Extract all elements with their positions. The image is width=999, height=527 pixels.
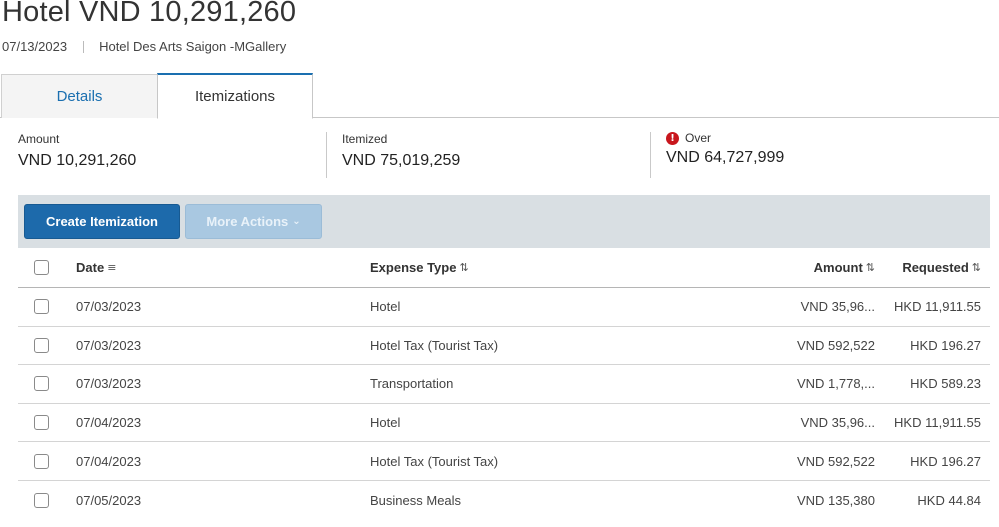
- row-date: 07/04/2023: [76, 453, 142, 469]
- table-row[interactable]: 07/05/2023 Business Meals VND 135,380 HK…: [18, 481, 990, 520]
- row-checkbox[interactable]: [34, 376, 49, 392]
- itemization-toolbar: Create Itemization More Actions ⌄: [18, 195, 990, 248]
- sort-icon: ⇅: [971, 261, 981, 274]
- row-requested: HKD 589.23: [910, 376, 981, 392]
- column-header-amount-label: Amount: [813, 260, 863, 275]
- row-amount: VND 1,778,...: [796, 376, 875, 392]
- row-expense-type: Transportation: [370, 376, 454, 392]
- chevron-down-icon: ⌄: [292, 216, 301, 227]
- table-row[interactable]: 07/03/2023 Hotel VND 35,96... HKD 11,911…: [18, 288, 990, 327]
- row-requested: HKD 11,911.55: [894, 299, 981, 315]
- column-header-amount[interactable]: Amount ⇅: [814, 248, 875, 287]
- row-date: 07/05/2023: [76, 492, 142, 508]
- row-requested: HKD 11,911.55: [894, 415, 981, 431]
- amount-value: VND 10,291,260: [18, 152, 137, 169]
- column-header-expense-type[interactable]: Expense Type ⇅: [370, 248, 469, 287]
- row-requested: HKD 196.27: [910, 337, 981, 353]
- tab-itemizations[interactable]: Itemizations: [157, 73, 313, 119]
- table-row[interactable]: 07/03/2023 Hotel Tax (Tourist Tax) VND 5…: [18, 327, 990, 366]
- row-amount: VND 592,522: [796, 453, 875, 469]
- tab-bar: Details Itemizations: [0, 73, 999, 119]
- tab-details[interactable]: Details: [1, 74, 158, 118]
- column-header-requested-label: Requested: [902, 260, 969, 275]
- table-header-row: Date ≡ Expense Type ⇅ Amount ⇅ Requested…: [18, 248, 990, 288]
- row-date: 07/03/2023: [76, 376, 142, 392]
- column-header-expense-type-label: Expense Type: [370, 260, 457, 275]
- row-amount: VND 592,522: [796, 337, 875, 353]
- row-expense-type: Hotel Tax (Tourist Tax): [370, 337, 499, 353]
- sort-icon: ⇅: [459, 261, 469, 274]
- row-checkbox[interactable]: [34, 492, 49, 508]
- row-checkbox[interactable]: [34, 299, 49, 315]
- table-row[interactable]: 07/04/2023 Hotel VND 35,96... HKD 11,911…: [18, 404, 990, 443]
- over-label: Over: [685, 131, 712, 145]
- table-row[interactable]: 07/04/2023 Hotel Tax (Tourist Tax) VND 5…: [18, 442, 990, 481]
- row-amount: VND 135,380: [796, 492, 875, 508]
- over-value: VND 64,727,999: [666, 149, 785, 166]
- vendor-name: Hotel Des Arts Saigon -MGallery: [99, 39, 287, 54]
- sort-ascending-icon: ≡: [107, 261, 117, 274]
- column-header-date[interactable]: Date ≡: [76, 248, 116, 287]
- row-amount: VND 35,96...: [800, 299, 875, 315]
- report-subtitle: 07/13/2023 Hotel Des Arts Saigon -MGalle…: [2, 39, 286, 54]
- expense-date: 07/13/2023: [2, 39, 68, 54]
- row-checkbox[interactable]: [34, 415, 49, 431]
- itemized-label: Itemized: [342, 132, 388, 146]
- table-row[interactable]: 07/03/2023 Transportation VND 1,778,... …: [18, 365, 990, 404]
- summary-divider: [650, 132, 651, 178]
- row-expense-type: Hotel Tax (Tourist Tax): [370, 453, 499, 469]
- more-actions-label: More Actions: [206, 214, 289, 229]
- row-requested: HKD 196.27: [910, 453, 981, 469]
- row-checkbox[interactable]: [34, 337, 49, 353]
- row-date: 07/03/2023: [76, 299, 142, 315]
- itemizations-table: Date ≡ Expense Type ⇅ Amount ⇅ Requested…: [18, 248, 990, 520]
- warning-icon: !: [666, 131, 679, 145]
- amount-label: Amount: [18, 132, 60, 146]
- over-summary: ! Over VND 64,727,999: [666, 131, 784, 167]
- itemized-value: VND 75,019,259: [342, 152, 461, 169]
- row-expense-type: Hotel: [370, 415, 401, 431]
- subtitle-divider: [83, 40, 85, 53]
- row-expense-type: Hotel: [370, 299, 401, 315]
- more-actions-button[interactable]: More Actions ⌄: [185, 204, 322, 239]
- page-title: Hotel VND 10,291,260: [2, 0, 297, 28]
- row-date: 07/03/2023: [76, 337, 142, 353]
- row-checkbox[interactable]: [34, 453, 49, 469]
- column-header-date-label: Date: [76, 260, 105, 275]
- row-date: 07/04/2023: [76, 415, 142, 431]
- row-amount: VND 35,96...: [800, 415, 875, 431]
- select-all-checkbox[interactable]: [34, 260, 49, 275]
- itemized-summary: Itemized VND 75,019,259: [342, 132, 460, 170]
- summary-divider: [326, 132, 327, 178]
- itemization-summary: Amount VND 10,291,260 Itemized VND 75,01…: [0, 118, 999, 194]
- row-expense-type: Business Meals: [370, 492, 462, 508]
- column-header-requested[interactable]: Requested ⇅: [902, 248, 981, 287]
- row-requested: HKD 44.84: [917, 492, 981, 508]
- sort-icon: ⇅: [865, 261, 875, 274]
- create-itemization-button[interactable]: Create Itemization: [24, 204, 180, 239]
- amount-summary: Amount VND 10,291,260: [18, 132, 136, 170]
